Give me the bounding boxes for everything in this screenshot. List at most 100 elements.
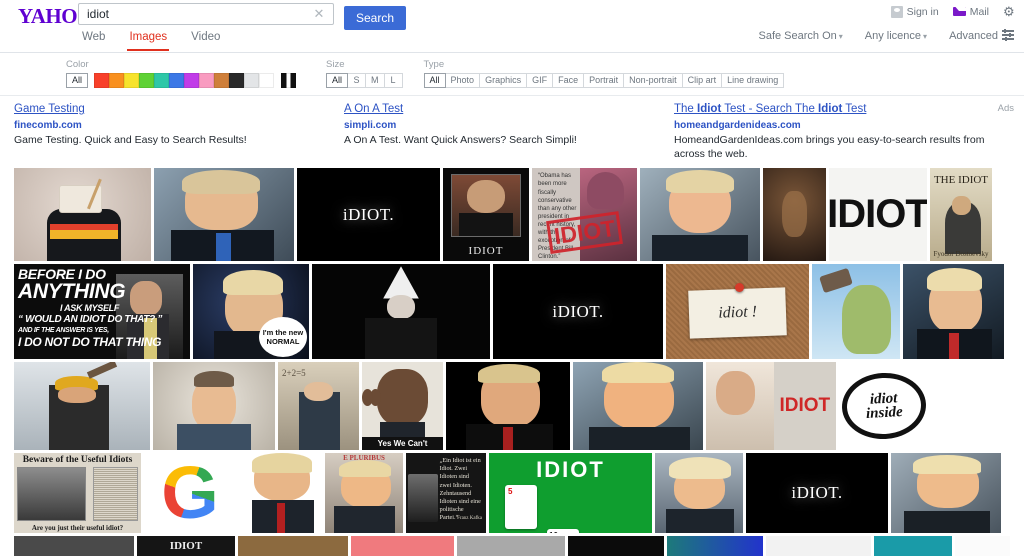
type-option-line-drawing[interactable]: Line drawing (721, 73, 785, 88)
image-result[interactable] (955, 536, 1010, 556)
tile-title: THE IDIOT (933, 173, 989, 186)
image-result[interactable]: IDIOT (829, 168, 927, 262)
color-swatch-green[interactable] (139, 73, 155, 88)
image-result[interactable] (667, 536, 763, 556)
color-filter-all[interactable]: All (66, 73, 89, 88)
type-option-photo[interactable]: Photo (444, 73, 481, 88)
image-result[interactable]: G (144, 453, 236, 534)
ad-title[interactable]: The Idiot Test - Search The Idiot Test (674, 102, 1004, 118)
image-result[interactable]: iDIOT. (493, 264, 663, 360)
image-result[interactable] (238, 536, 348, 556)
image-result[interactable]: BEFORE I DO ANYTHING I ASK MYSELF “ WOUL… (14, 264, 190, 360)
image-result[interactable]: idiot ! (666, 264, 809, 360)
color-swatch-purple[interactable] (184, 73, 200, 88)
image-result[interactable] (351, 536, 454, 556)
color-swatch-teal[interactable] (154, 73, 170, 88)
ad-url[interactable]: simpli.com (344, 119, 674, 133)
search-button[interactable]: Search (344, 6, 406, 30)
grid-row: 2+2=5 Yes We Can't IDIOT idiot inside (14, 362, 1010, 451)
ad-description: Game Testing. Quick and Easy to Search R… (14, 134, 247, 147)
size-option-l[interactable]: L (383, 73, 403, 88)
image-result[interactable]: 2+2=5 (278, 362, 359, 451)
color-swatch-red[interactable] (94, 73, 110, 88)
size-option-s[interactable]: S (347, 73, 367, 88)
image-result[interactable] (655, 453, 743, 534)
color-swatch-gray[interactable] (244, 73, 260, 88)
image-result[interactable]: Yes We Can't (362, 362, 443, 451)
image-result[interactable]: “Obama has been more fiscally conservati… (532, 168, 637, 262)
tile-text: ANYTHING (18, 280, 126, 304)
image-result[interactable] (14, 362, 150, 451)
image-result[interactable] (457, 536, 565, 556)
search-input[interactable] (79, 4, 294, 24)
image-result[interactable] (14, 168, 151, 262)
advanced-button[interactable]: Advanced (949, 29, 1014, 42)
image-result[interactable] (14, 536, 134, 556)
type-option-non-portrait[interactable]: Non-portrait (623, 73, 683, 88)
tab-images[interactable]: Images (127, 28, 170, 51)
image-result[interactable]: Beware of the Useful Idiots Are you just… (14, 453, 141, 534)
color-filter-label: Color (66, 59, 89, 70)
type-option-face[interactable]: Face (552, 73, 585, 88)
ad-title[interactable]: A On A Test (344, 102, 674, 118)
image-result[interactable] (766, 536, 871, 556)
image-result[interactable] (812, 264, 900, 360)
ad-title-part: The (674, 103, 698, 115)
image-result[interactable]: E PLURIBUS (325, 453, 403, 534)
color-swatch-blackwhite[interactable] (281, 73, 297, 88)
image-result[interactable] (446, 362, 570, 451)
gear-icon[interactable]: ⚙ (1003, 5, 1016, 18)
image-result[interactable] (239, 453, 322, 534)
image-result[interactable]: IDIOT (443, 168, 529, 262)
image-result[interactable]: THE IDIOT Fyodor Dostoevsky (930, 168, 992, 262)
image-result[interactable]: IDIOT 5 10 2 (489, 453, 652, 534)
type-option-all[interactable]: All (423, 73, 446, 88)
color-swatch-pink[interactable] (199, 73, 215, 88)
licence-dropdown[interactable]: Any licence ▾ (865, 30, 927, 42)
tile-text: I DO NOT DO THAT THING (18, 335, 162, 350)
size-option-all[interactable]: All (326, 73, 349, 88)
type-option-row: All Photo Graphics GIF Face Portrait Non… (423, 73, 785, 88)
type-option-clip-art[interactable]: Clip art (681, 73, 723, 88)
mail-button[interactable]: Mail (952, 6, 989, 18)
tile-text: “ WOULD AN IDIOT DO THAT? ” (18, 314, 163, 326)
image-result[interactable] (640, 168, 760, 262)
image-result[interactable]: IDIOT (137, 536, 235, 556)
image-result[interactable] (891, 453, 1001, 534)
image-result[interactable]: „Ein Idiot ist ein Idiot. Zwei Idioten s… (406, 453, 486, 534)
image-result[interactable] (874, 536, 952, 556)
color-swatch-yellow[interactable] (124, 73, 140, 88)
ad-url[interactable]: homeandgardenideas.com (674, 119, 1004, 133)
color-swatch-brown[interactable] (214, 73, 230, 88)
ad-title-part: Test - Search The (721, 103, 819, 115)
clear-icon[interactable]: ✕ (312, 7, 326, 21)
search-box[interactable]: ✕ (78, 3, 334, 25)
image-result[interactable]: IDIOT (706, 362, 836, 451)
image-result[interactable] (312, 264, 490, 360)
image-result[interactable]: iDIOT. (746, 453, 888, 534)
ad-title[interactable]: Game Testing (14, 102, 344, 118)
ad-title-keyword: Idiot (818, 103, 843, 115)
ad-url[interactable]: finecomb.com (14, 119, 344, 133)
image-result[interactable] (154, 168, 294, 262)
image-result[interactable] (573, 362, 703, 451)
sign-in-button[interactable]: Sign in (890, 5, 939, 18)
image-result[interactable] (903, 264, 1004, 360)
image-result[interactable] (763, 168, 826, 262)
tab-video[interactable]: Video (189, 28, 222, 51)
image-result[interactable] (568, 536, 664, 556)
type-option-portrait[interactable]: Portrait (583, 73, 625, 88)
size-option-m[interactable]: M (365, 73, 385, 88)
color-swatch-black[interactable] (229, 73, 245, 88)
color-swatch-blue[interactable] (169, 73, 185, 88)
image-result[interactable]: iDIOT. (297, 168, 440, 262)
image-result[interactable] (153, 362, 275, 451)
image-result[interactable]: idiot inside (839, 362, 929, 451)
type-option-gif[interactable]: GIF (526, 73, 554, 88)
tab-web[interactable]: Web (80, 28, 107, 51)
color-swatch-orange[interactable] (109, 73, 125, 88)
color-swatch-white[interactable] (259, 73, 275, 88)
image-result[interactable]: I'm the new NORMAL (193, 264, 309, 360)
safe-search-dropdown[interactable]: Safe Search On ▾ (758, 30, 842, 42)
type-option-graphics[interactable]: Graphics (479, 73, 528, 88)
